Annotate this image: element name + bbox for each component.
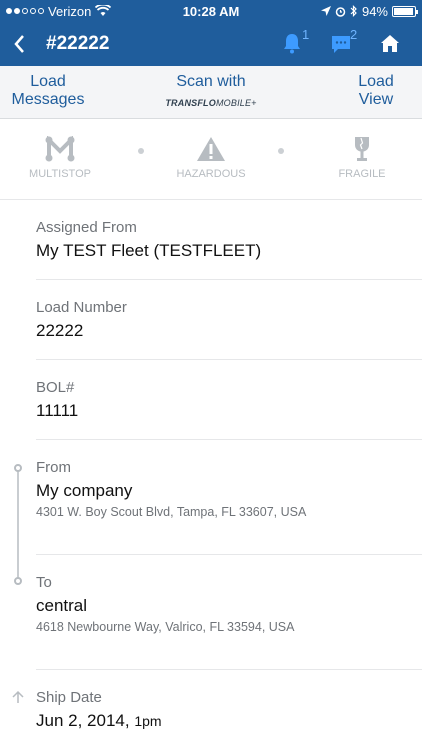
home-button[interactable] [378, 32, 402, 56]
page-title: #22222 [46, 33, 110, 54]
bluetooth-icon [350, 5, 357, 17]
chevron-left-icon [14, 35, 24, 53]
load-number-value: 22222 [36, 321, 84, 340]
load-attributes-row: MULTISTOP HAZARDOUS FRAGILE [0, 120, 422, 200]
load-number-row: Load Number 22222 [36, 280, 422, 360]
load-number-label: Load Number [36, 299, 127, 316]
from-row: From My company 4301 W. Boy Scout Blvd, … [36, 440, 422, 555]
hazardous-label: HAZARDOUS [176, 168, 246, 180]
back-button[interactable] [8, 30, 32, 58]
carrier-signal: Verizon [6, 3, 112, 19]
hazardous-attribute: HAZARDOUS [166, 136, 256, 180]
chat-bubble-icon [332, 36, 350, 53]
glass-icon [355, 137, 369, 161]
bol-value: 11111 [36, 401, 79, 420]
destination-marker-icon [14, 577, 22, 585]
separator-dot [278, 148, 284, 154]
load-messages-button[interactable]: Load Messages [11, 73, 85, 109]
notifications-button[interactable]: 1 [282, 27, 312, 58]
bell-icon [284, 34, 300, 54]
ship-date-value: Jun 2, 2014, 1pm [36, 711, 422, 731]
multistop-icon [45, 136, 75, 162]
carrier-name: Verizon [48, 3, 92, 19]
assigned-from-value: My TEST Fleet (TESTFLEET) [36, 241, 262, 260]
to-label: To [36, 574, 52, 591]
messages-count: 2 [350, 27, 358, 42]
warning-icon [197, 137, 225, 161]
assigned-from-row: Assigned From My TEST Fleet (TESTFLEET) [36, 200, 422, 280]
location-arrow-icon [320, 6, 331, 16]
alarm-icon [335, 6, 346, 17]
messages-button[interactable]: 2 [330, 27, 364, 58]
multistop-attribute: MULTISTOP [15, 136, 105, 180]
to-name: central [36, 596, 88, 615]
from-name: My company [36, 481, 133, 500]
separator-dot [138, 148, 144, 154]
battery-icon [392, 5, 418, 17]
wifi-icon [95, 5, 112, 16]
to-row: To central 4618 Newbourne Way, Valrico, … [36, 555, 422, 670]
assigned-from-label: Assigned From [36, 219, 137, 236]
notifications-count: 1 [302, 27, 310, 42]
ship-date-time: 1pm [134, 713, 162, 729]
status-bar: Verizon 10:28 AM 94% [0, 0, 422, 22]
battery-percent: 94% [361, 3, 388, 19]
route-line [17, 468, 19, 580]
load-view-button[interactable]: Load View [350, 73, 402, 109]
transflo-logo: TRANSFLOMOBILE+ [165, 98, 257, 108]
bol-row: BOL# 11111 [36, 360, 422, 440]
from-label: From [36, 459, 71, 476]
action-bar: Load Messages Scan with TRANSFLOMOBILE+ … [0, 66, 422, 119]
multistop-label: MULTISTOP [29, 168, 91, 180]
scan-with-transflo-button[interactable]: Scan with TRANSFLOMOBILE+ [150, 73, 272, 112]
ship-date-date: Jun 2, 2014, [36, 711, 130, 730]
scan-with-label: Scan with [176, 73, 246, 90]
ship-date-label: Ship Date [36, 689, 102, 706]
from-address: 4301 W. Boy Scout Blvd, Tampa, FL 33607,… [36, 505, 307, 519]
ship-date-row: Ship Date Jun 2, 2014, 1pm [36, 670, 422, 750]
bol-label: BOL# [36, 379, 75, 396]
upload-arrow-icon [12, 690, 24, 703]
home-icon [381, 35, 399, 52]
to-address: 4618 Newbourne Way, Valrico, FL 33594, U… [36, 620, 295, 634]
origin-marker-icon [14, 464, 22, 472]
navigation-bar: #22222 1 2 [0, 22, 422, 66]
signal-strength-icon [6, 8, 44, 14]
fragile-label: FRAGILE [338, 168, 386, 180]
fragile-attribute: FRAGILE [317, 136, 407, 180]
